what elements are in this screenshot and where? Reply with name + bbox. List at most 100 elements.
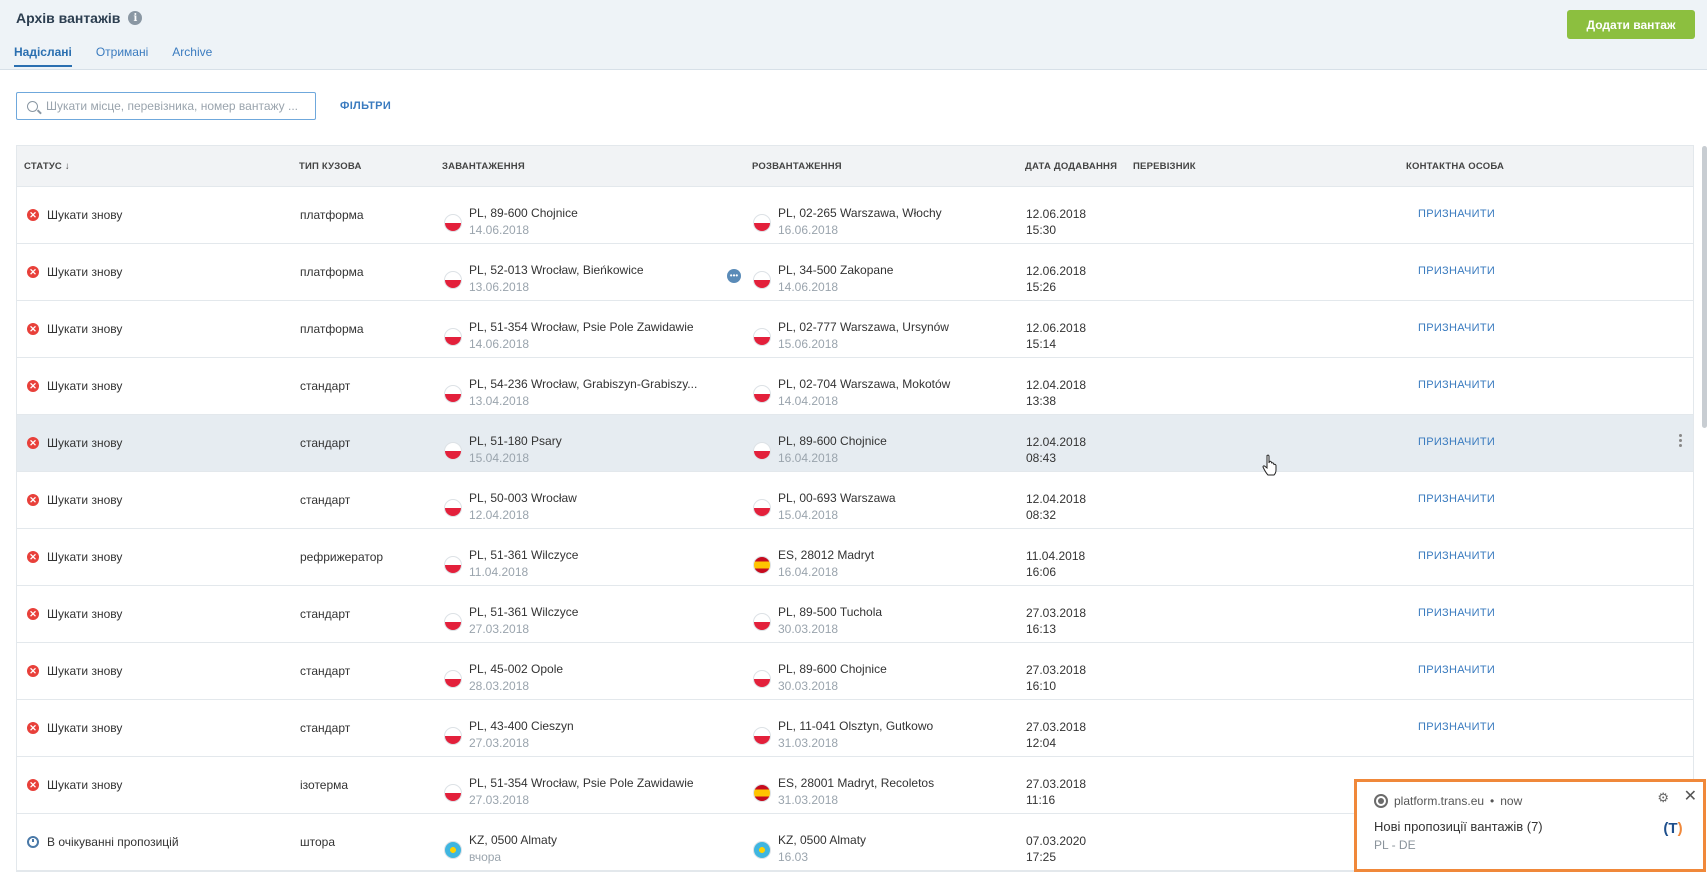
status-cell: ✕ Шукати знову	[27, 379, 122, 393]
table-row[interactable]: ✕ Шукати знову стандарт PL, 45-002 Opole 28.…	[17, 643, 1693, 700]
comment-icon[interactable]: •••	[727, 269, 741, 283]
pl-flag-icon	[444, 214, 462, 232]
pl-flag-icon	[753, 328, 771, 346]
unloading-date: 30.03.2018	[778, 679, 839, 693]
date-added-cell: 27.03.2018 11:16	[1026, 776, 1086, 808]
error-status-icon: ✕	[27, 779, 39, 791]
body-type: платформа	[300, 208, 364, 222]
status-text: Шукати знову	[47, 436, 123, 450]
unloading-cell: PL, 89-600 Chojnice 16.04.2018	[753, 434, 887, 465]
date-added-cell: 12.06.2018 15:14	[1026, 320, 1086, 352]
status-text: Шукати знову	[47, 208, 123, 222]
add-cargo-button[interactable]: Додати вантаж	[1567, 10, 1695, 39]
status-cell: ✕ Шукати знову	[27, 436, 122, 450]
unloading-date: 31.03.2018	[778, 793, 839, 807]
assign-contact-button[interactable]: ПРИЗНАЧИТИ	[1418, 493, 1495, 505]
table-row[interactable]: ✕ Шукати знову платформа PL, 52-013 Wrocław…	[17, 244, 1693, 301]
body-type: платформа	[300, 322, 364, 336]
pl-flag-icon	[444, 784, 462, 802]
unloading-place: PL, 02-777 Warszawa, Ursynów	[778, 320, 949, 334]
status-cell: ✕ Шукати знову	[27, 265, 122, 279]
pl-flag-icon	[753, 271, 771, 289]
filters-button[interactable]: ФІЛЬТРИ	[340, 100, 391, 112]
loading-cell: PL, 45-002 Opole 28.03.2018	[444, 662, 563, 693]
unloading-cell: PL, 11-041 Olsztyn, Gutkowo 31.03.2018	[753, 719, 933, 750]
column-status[interactable]: СТАТУС ↓	[24, 161, 70, 172]
status-cell: ✕ Шукати знову	[27, 493, 122, 507]
error-status-icon: ✕	[27, 437, 39, 449]
table-row[interactable]: ✕ Шукати знову стандарт PL, 43-400 Cieszyn 2…	[17, 700, 1693, 757]
unloading-date: 14.06.2018	[778, 280, 839, 294]
table-row[interactable]: ✕ Шукати знову стандарт PL, 54-236 Wrocław,…	[17, 358, 1693, 415]
assign-contact-button[interactable]: ПРИЗНАЧИТИ	[1418, 265, 1495, 277]
error-status-icon: ✕	[27, 266, 39, 278]
date-added: 12.06.2018	[1026, 321, 1087, 335]
loading-cell: PL, 52-013 Wrocław, Bieńkowice 13.06.2018	[444, 263, 644, 294]
status-cell: В очікуванні пропозицій	[27, 835, 179, 849]
date-added-cell: 12.06.2018 15:26	[1026, 263, 1086, 295]
assign-contact-button[interactable]: ПРИЗНАЧИТИ	[1418, 664, 1495, 676]
loading-cell: PL, 51-361 Wilczyce 27.03.2018	[444, 605, 578, 636]
loading-date: 27.03.2018	[469, 622, 530, 636]
status-text: Шукати знову	[47, 550, 123, 564]
table-row[interactable]: ✕ Шукати знову рефрижератор PL, 51-361 Wilc…	[17, 529, 1693, 586]
assign-contact-button[interactable]: ПРИЗНАЧИТИ	[1418, 208, 1495, 220]
es-flag-icon	[753, 556, 771, 574]
gear-icon[interactable]: ⚙	[1657, 790, 1669, 806]
pl-flag-icon	[753, 385, 771, 403]
status-cell: ✕ Шукати знову	[27, 721, 122, 735]
loading-date: 12.04.2018	[469, 508, 530, 522]
header-bar: Архів вантажів i Надіслані Отримані Arch…	[0, 0, 1707, 70]
tab-received[interactable]: Отримані	[96, 45, 148, 67]
table-row[interactable]: ✕ Шукати знову стандарт PL, 50-003 Wrocław 1…	[17, 472, 1693, 529]
status-cell: ✕ Шукати знову	[27, 208, 122, 222]
status-text: Шукати знову	[47, 778, 123, 792]
assign-contact-button[interactable]: ПРИЗНАЧИТИ	[1418, 607, 1495, 619]
unloading-place: PL, 11-041 Olsztyn, Gutkowo	[778, 719, 934, 733]
pl-flag-icon	[753, 727, 771, 745]
column-date-added: ДАТА ДОДАВАННЯ	[1025, 161, 1118, 172]
time-added: 17:25	[1026, 850, 1057, 864]
loading-cell: PL, 50-003 Wrocław 12.04.2018	[444, 491, 577, 522]
date-added-cell: 11.04.2018 16:06	[1026, 548, 1085, 580]
body-type: стандарт	[300, 493, 351, 507]
date-added-cell: 07.03.2020 17:25	[1026, 833, 1086, 865]
loading-date: 27.03.2018	[469, 736, 530, 750]
table-row[interactable]: ✕ Шукати знову стандарт PL, 51-361 Wilczyce…	[17, 586, 1693, 643]
loading-cell: PL, 51-354 Wrocław, Psie Pole Zawidawie 1…	[444, 320, 694, 351]
table-row[interactable]: ✕ Шукати знову платформа PL, 89-600 Chojnic…	[17, 187, 1693, 244]
date-added-cell: 12.04.2018 08:32	[1026, 491, 1086, 523]
assign-contact-button[interactable]: ПРИЗНАЧИТИ	[1418, 436, 1495, 448]
tab-sent[interactable]: Надіслані	[14, 45, 72, 67]
chrome-icon	[1374, 794, 1388, 808]
info-icon[interactable]: i	[128, 11, 143, 25]
notification-popup[interactable]: platform.trans.eu • now ⚙ ✕ Нові пропози…	[1354, 779, 1706, 872]
table-scrollbar[interactable]	[1702, 146, 1707, 428]
tab-archive[interactable]: Archive	[172, 45, 212, 67]
unloading-date: 15.04.2018	[778, 508, 839, 522]
assign-contact-button[interactable]: ПРИЗНАЧИТИ	[1418, 550, 1495, 562]
column-loading: ЗАВАНТАЖЕННЯ	[442, 161, 525, 172]
error-status-icon: ✕	[27, 494, 39, 506]
pl-flag-icon	[753, 214, 771, 232]
unloading-cell: PL, 89-500 Tuchola 30.03.2018	[753, 605, 882, 636]
table-row[interactable]: ✕ Шукати знову платформа PL, 51-354 Wrocław…	[17, 301, 1693, 358]
time-added: 15:30	[1026, 223, 1057, 237]
assign-contact-button[interactable]: ПРИЗНАЧИТИ	[1418, 721, 1495, 733]
unloading-cell: KZ, 0500 Almaty 16.03	[753, 833, 866, 864]
unloading-cell: PL, 00-693 Warszawa 15.04.2018	[753, 491, 896, 522]
close-icon[interactable]: ✕	[1684, 786, 1697, 806]
body-type: рефрижератор	[300, 550, 384, 564]
more-options-icon[interactable]	[1677, 434, 1683, 447]
table-row[interactable]: ✕ Шукати знову стандарт PL, 51-180 Psary 15.…	[17, 415, 1693, 472]
status-cell: ✕ Шукати знову	[27, 778, 122, 792]
assign-contact-button[interactable]: ПРИЗНАЧИТИ	[1418, 322, 1495, 334]
date-added-cell: 27.03.2018 12:04	[1026, 719, 1086, 751]
loading-place: PL, 51-361 Wilczyce	[469, 548, 579, 562]
date-added: 11.04.2018	[1026, 549, 1086, 563]
time-added: 08:32	[1026, 508, 1057, 522]
date-added-cell: 27.03.2018 16:13	[1026, 605, 1086, 637]
search-input[interactable]	[46, 99, 306, 113]
loading-cell: PL, 51-354 Wrocław, Psie Pole Zawidawie 2…	[444, 776, 694, 807]
assign-contact-button[interactable]: ПРИЗНАЧИТИ	[1418, 379, 1495, 391]
